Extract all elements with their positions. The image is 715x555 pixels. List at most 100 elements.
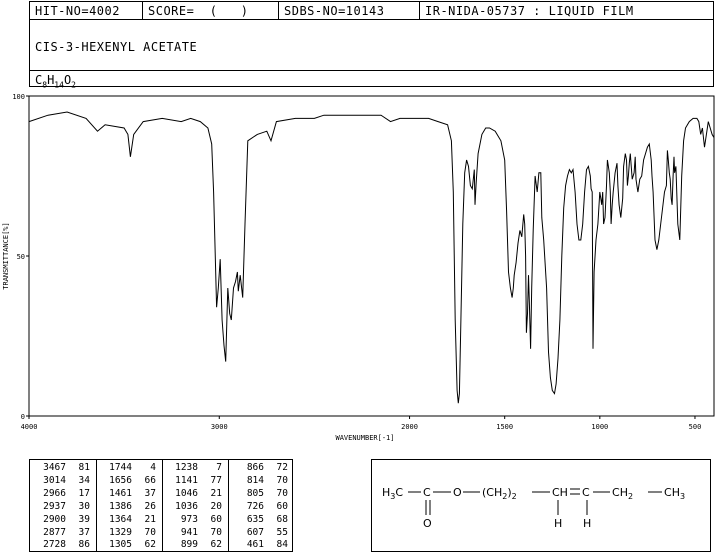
x-tick-label: 1000 (591, 423, 608, 431)
x-tick-label: 1500 (496, 423, 513, 431)
peak-wavenumber: 1744 (109, 462, 132, 473)
peak-transmittance: 37 (78, 526, 90, 538)
peak-row: 3467 81 (36, 462, 90, 475)
peak-transmittance: 62 (210, 539, 222, 551)
peak-row: 1036 20 (168, 501, 222, 514)
struct-chain: (CH2)2 (482, 486, 517, 501)
peak-row: 2728 86 (36, 539, 90, 552)
peak-wavenumber: 2900 (43, 513, 66, 525)
peak-wavenumber: 3014 (43, 474, 66, 486)
struct-ch-a: CH (552, 486, 568, 499)
peak-wavenumber: 1329 (109, 526, 132, 538)
peak-row: 814 70 (234, 475, 288, 488)
peak-wavenumber: 805 (246, 487, 264, 499)
peak-row: 461 84 (234, 539, 288, 552)
peak-transmittance: 60 (210, 513, 222, 525)
peak-row: 1141 77 (168, 475, 222, 488)
peak-row: 899 62 (168, 539, 222, 552)
peak-transmittance: 70 (144, 526, 156, 538)
y-axis: 0 50 100 (12, 93, 29, 421)
peak-row: 635 68 (234, 514, 288, 527)
formula-divider (30, 70, 713, 71)
peak-row: 3014 34 (36, 475, 90, 488)
peak-transmittance: 39 (78, 513, 90, 525)
peak-column-divider (96, 460, 97, 551)
x-tick-label: 2000 (401, 423, 418, 431)
peak-transmittance: 66 (144, 474, 156, 486)
peak-wavenumber: 726 (246, 500, 264, 512)
peak-wavenumber: 941 (180, 526, 198, 538)
peak-wavenumber: 2966 (43, 487, 66, 499)
ir-nida-info: IR-NIDA-05737 : LIQUID FILM (425, 4, 634, 18)
structure-box: H3C C O (CH2)2 CH C CH2 CH3 O H H (371, 459, 711, 552)
struct-o-ester: O (453, 486, 462, 499)
peak-wavenumber: 3467 (43, 462, 66, 473)
struct-o-carbonyl: O (423, 517, 432, 530)
peak-transmittance: 21 (210, 487, 222, 499)
peak-transmittance: 26 (144, 500, 156, 512)
peak-wavenumber: 607 (246, 526, 264, 538)
peak-transmittance: 70 (210, 526, 222, 538)
peak-wavenumber: 1238 (175, 462, 198, 473)
peak-wavenumber: 1386 (109, 500, 132, 512)
peak-wavenumber: 2728 (43, 539, 66, 551)
peak-row: 1364 21 (102, 514, 156, 527)
peak-transmittance: 60 (276, 500, 288, 512)
spectrum-line (28, 111, 715, 404)
struct-h-b: H (583, 517, 591, 530)
peak-transmittance: 55 (276, 526, 288, 538)
peak-row: 2966 17 (36, 488, 90, 501)
peak-transmittance: 21 (144, 513, 156, 525)
peak-transmittance: 70 (276, 474, 288, 486)
peak-row: 1744 4 (102, 462, 156, 475)
peak-transmittance: 62 (144, 539, 156, 551)
compound-name: CIS-3-HEXENYL ACETATE (35, 40, 198, 54)
peak-row: 1305 62 (102, 539, 156, 552)
peak-row: 1656 66 (102, 475, 156, 488)
peak-row: 941 70 (168, 527, 222, 540)
score-field: SCORE= ( ) (148, 4, 249, 18)
peak-transmittance: 30 (78, 500, 90, 512)
peak-wavenumber: 1461 (109, 487, 132, 499)
peak-row: 1329 70 (102, 527, 156, 540)
peak-transmittance: 84 (276, 539, 288, 551)
peak-wavenumber: 461 (246, 539, 264, 551)
peak-wavenumber: 1656 (109, 474, 132, 486)
structure-diagram: H3C C O (CH2)2 CH C CH2 CH3 O H H (382, 486, 685, 530)
x-axis-label: WAVENUMBER[-1] (335, 434, 394, 442)
plot-frame (28, 95, 715, 417)
struct-h3c: H3C (382, 486, 403, 501)
peak-row: 805 70 (234, 488, 288, 501)
peak-transmittance: 68 (276, 513, 288, 525)
peak-wavenumber: 899 (180, 539, 198, 551)
peak-wavenumber: 635 (246, 513, 264, 525)
ir-spectrum-chart: 0 50 100 4000 3000 2000 1500 1000 500 WAVENUMBE… (2, 93, 715, 442)
peak-row: 726 60 (234, 501, 288, 514)
y-tick-label: 100 (12, 93, 25, 101)
peak-transmittance: 4 (150, 462, 156, 473)
peak-transmittance: 7 (216, 462, 222, 473)
peak-row: 1238 7 (168, 462, 222, 475)
sdbs-number: SDBS-NO=10143 (284, 4, 385, 18)
peak-transmittance: 81 (78, 462, 90, 473)
struct-ch3: CH3 (664, 486, 685, 501)
peak-wavenumber: 973 (180, 513, 198, 525)
peak-column-divider (228, 460, 229, 551)
y-axis-label: TRANSMITTANCE[%] (2, 222, 10, 289)
peak-row: 1046 21 (168, 488, 222, 501)
x-tick-label: 500 (689, 423, 702, 431)
peak-transmittance: 37 (144, 487, 156, 499)
x-tick-label: 3000 (211, 423, 228, 431)
peak-wavenumber: 1046 (175, 487, 198, 499)
peak-wavenumber: 2937 (43, 500, 66, 512)
y-tick-label: 50 (17, 253, 25, 261)
peak-row: 973 60 (168, 514, 222, 527)
peak-wavenumber: 1305 (109, 539, 132, 551)
peak-row: 866 72 (234, 462, 288, 475)
peak-wavenumber: 1364 (109, 513, 132, 525)
struct-h-a: H (554, 517, 562, 530)
compound-info-box: CIS-3-HEXENYL ACETATE C8H14O2 (29, 19, 714, 89)
header-bar: HIT-NO=4002 SCORE= ( ) SDBS-NO=10143 IR-… (29, 1, 714, 20)
peak-transmittance: 77 (210, 474, 222, 486)
struct-c1: C (423, 486, 431, 499)
